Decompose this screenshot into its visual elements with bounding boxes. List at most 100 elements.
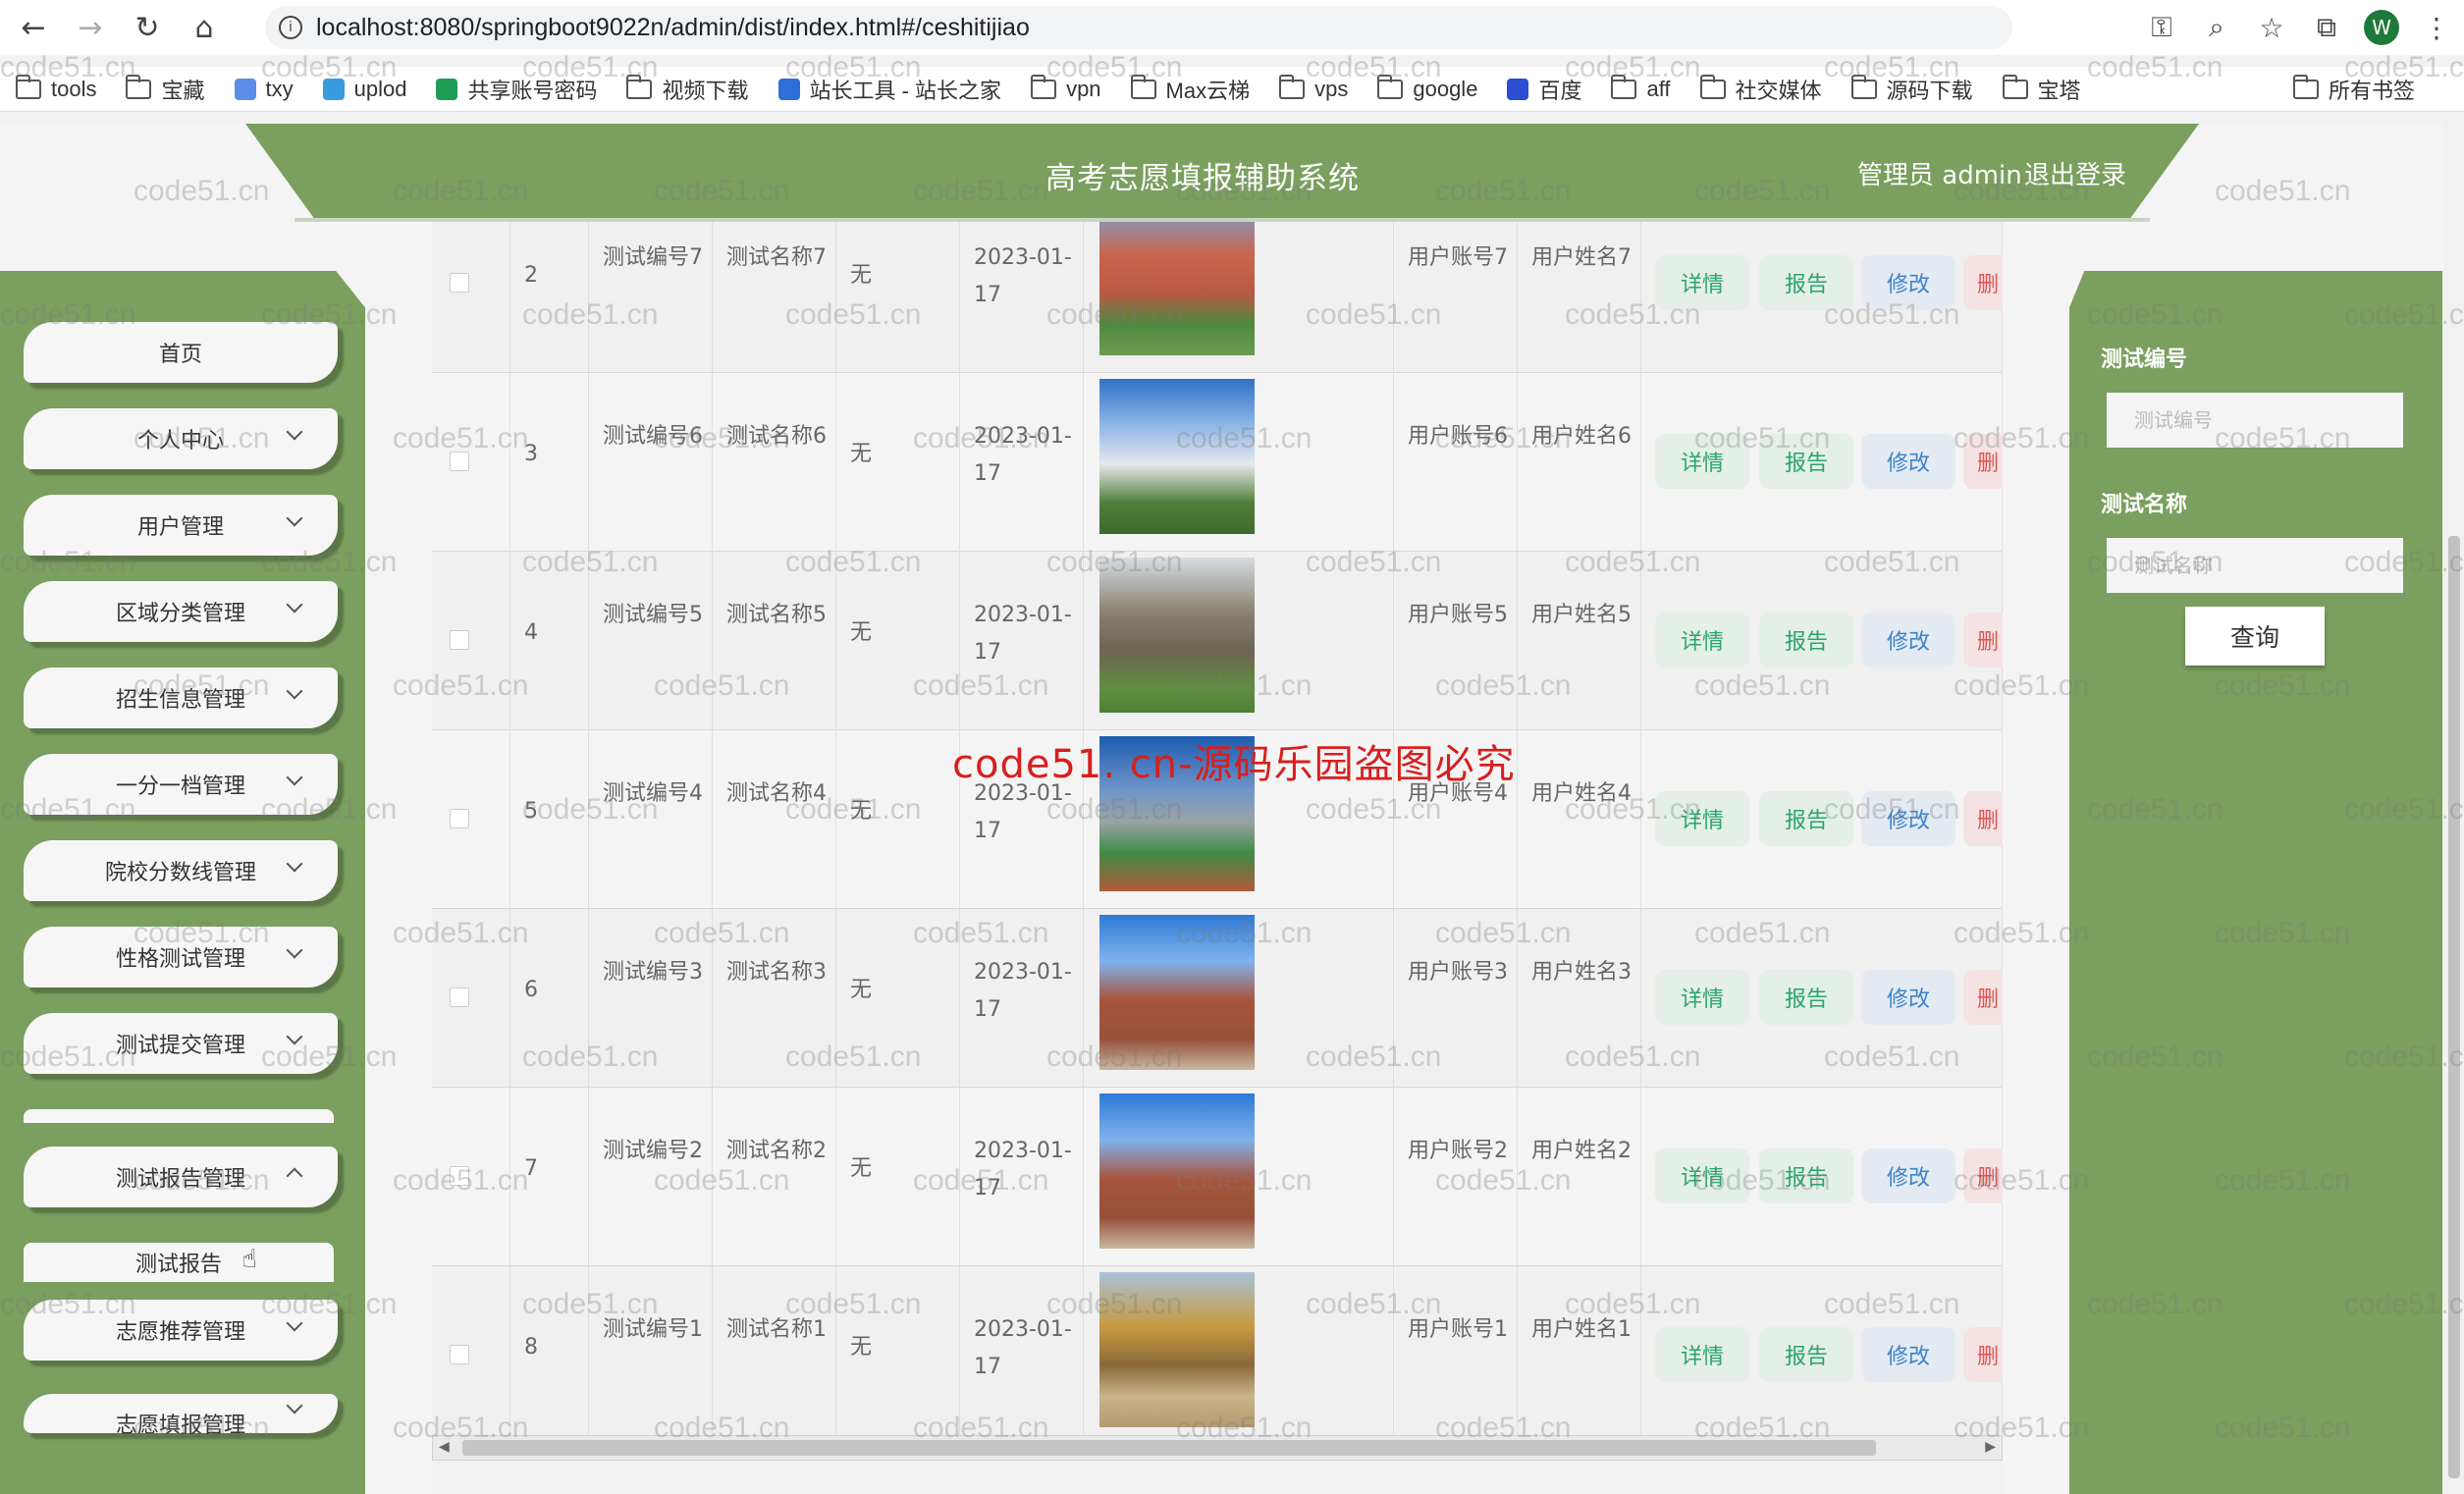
bookmark-item[interactable]: 社交媒体 [1699,74,1822,105]
bookmark-item[interactable]: google [1377,74,1477,102]
delete-button[interactable]: 删 [1963,1148,2003,1203]
row-checkbox[interactable] [450,273,469,293]
bookmark-item[interactable]: txy [234,77,294,102]
detail-button[interactable]: 详情 [1655,434,1749,489]
edit-button[interactable]: 修改 [1861,434,1955,489]
edit-button[interactable]: 修改 [1861,1327,1955,1382]
test-code-input[interactable] [2107,393,2403,448]
sidebar-item-enrollment[interactable]: 招生信息管理 [24,667,338,728]
edit-button[interactable]: 修改 [1861,791,1955,846]
address-bar[interactable]: i localhost:8080/springboot9022n/admin/d… [265,6,2012,49]
bookmark-item[interactable]: 共享账号密码 [436,74,597,105]
key-icon[interactable]: ⚿ [2134,6,2189,49]
delete-button[interactable]: 删 [1963,791,2003,846]
date-cell-text: 2023-01-17 [974,1317,1072,1379]
bookmark-item[interactable]: aff [1611,74,1671,102]
logout-link[interactable]: 退出登录 [2024,155,2126,191]
report-button[interactable]: 报告 [1759,1327,1853,1382]
scrollbar-thumb[interactable] [462,1440,1876,1456]
delete-button[interactable]: 删 [1963,613,2003,667]
report-button[interactable]: 报告 [1759,970,1853,1025]
bookmark-item[interactable]: uplod [322,77,406,102]
sidebar-item-test-report[interactable]: 测试报告管理 [24,1147,338,1207]
sidebar-item-profile[interactable]: 个人中心 [24,408,338,469]
actions-cell: 详情 报告 修改删 [1641,909,2003,1088]
detail-button[interactable]: 详情 [1655,791,1749,846]
sidebar-item-recommend[interactable]: 志愿推荐管理 [24,1300,338,1361]
delete-button[interactable]: 删 [1963,255,2003,310]
sidebar-item-test-submit[interactable]: 测试提交管理 [24,1013,338,1074]
bookmark-item[interactable]: vpn [1031,74,1101,102]
detail-button[interactable]: 详情 [1655,1327,1749,1382]
row-checkbox[interactable] [450,1345,469,1364]
row-checkbox[interactable] [450,630,469,650]
chevron-down-icon [286,769,303,786]
bookmark-item[interactable]: 宝藏 [126,74,205,105]
delete-button[interactable]: 删 [1963,1327,2003,1382]
sidebar-item-score-rank[interactable]: 一分一档管理 [24,754,338,815]
bookmark-item[interactable]: 宝塔 [2002,74,2081,105]
edit-button[interactable]: 修改 [1861,613,1955,667]
all-bookmarks[interactable]: 所有书签 [2292,67,2415,112]
star-icon[interactable]: ☆ [2244,6,2299,49]
detail-button[interactable]: 详情 [1655,613,1749,667]
campus-image[interactable] [1099,1272,1255,1427]
bookmark-item[interactable]: 站长工具 - 站长之家 [777,74,1001,105]
campus-image[interactable] [1099,379,1255,534]
scroll-left-icon[interactable]: ◀ [439,1439,450,1455]
campus-image[interactable] [1099,222,1255,355]
zoom-icon[interactable]: ⌕ [2189,6,2244,49]
row-checkbox[interactable] [450,809,469,828]
data-table[interactable]: 2 测试编号7 测试名称7 无 2023-01-17 用户账号7 用户姓名7 详情 报告 修改删 3… [432,222,2003,1494]
report-button[interactable]: 报告 [1759,434,1853,489]
profile-avatar[interactable]: W [2354,6,2409,49]
remark-cell-text: 无 [850,620,873,645]
vertical-scrollbar-thumb[interactable] [2448,536,2460,1478]
query-button[interactable]: 查询 [2185,607,2325,666]
row-checkbox[interactable] [450,1166,469,1186]
row-checkbox[interactable] [450,987,469,1007]
back-icon[interactable]: ← [10,4,57,51]
report-button[interactable]: 报告 [1759,613,1853,667]
edit-button[interactable]: 修改 [1861,1148,1955,1203]
report-button[interactable]: 报告 [1759,255,1853,310]
bookmark-item[interactable]: vps [1279,74,1348,102]
bookmark-item[interactable]: 视频下载 [626,74,749,105]
campus-image[interactable] [1099,1094,1255,1249]
vertical-scrollbar[interactable] [2444,124,2464,1494]
horizontal-scrollbar[interactable]: ◀ ▶ [432,1435,2003,1461]
row-checkbox[interactable] [450,452,469,471]
report-button[interactable]: 报告 [1759,1148,1853,1203]
report-button[interactable]: 报告 [1759,791,1853,846]
test-code-cell-text: 测试编号3 [603,960,703,985]
sidebar-item-home[interactable]: 首页 [24,322,338,383]
delete-button[interactable]: 删 [1963,970,2003,1025]
home-icon[interactable]: ⌂ [181,4,228,51]
menu-icon[interactable]: ⋮ [2409,6,2464,49]
bookmark-item[interactable]: Max云梯 [1130,74,1250,105]
sidebar-item-application[interactable]: 志愿填报管理 [24,1394,338,1438]
site-info-icon[interactable]: i [279,16,302,39]
delete-button[interactable]: 删 [1963,434,2003,489]
sidebar-item-region[interactable]: 区域分类管理 [24,581,338,642]
detail-button[interactable]: 详情 [1655,255,1749,310]
sidebar-item-personality-test[interactable]: 性格测试管理 [24,927,338,987]
edit-button[interactable]: 修改 [1861,255,1955,310]
edit-button[interactable]: 修改 [1861,970,1955,1025]
campus-image[interactable] [1099,915,1255,1070]
sidebar-item-cutoff[interactable]: 院校分数线管理 [24,840,338,901]
bookmark-item[interactable]: 源码下载 [1850,74,1973,105]
bookmark-item[interactable]: 百度 [1507,74,1581,105]
header-user: 管理员 admin [1857,161,2022,190]
detail-button[interactable]: 详情 [1655,970,1749,1025]
campus-image[interactable] [1099,558,1255,713]
bookmark-item[interactable]: tools [16,74,96,102]
reload-icon[interactable]: ↻ [124,4,171,51]
submenu-item-test-report[interactable]: 测试报告 [24,1243,334,1282]
detail-button[interactable]: 详情 [1655,1148,1749,1203]
scroll-right-icon[interactable]: ▶ [1985,1439,1996,1455]
sidebar-item-users[interactable]: 用户管理 [24,495,338,556]
test-name-input[interactable] [2107,538,2403,593]
forward-icon[interactable]: → [67,4,114,51]
extensions-icon[interactable]: ⧉ [2299,6,2354,49]
